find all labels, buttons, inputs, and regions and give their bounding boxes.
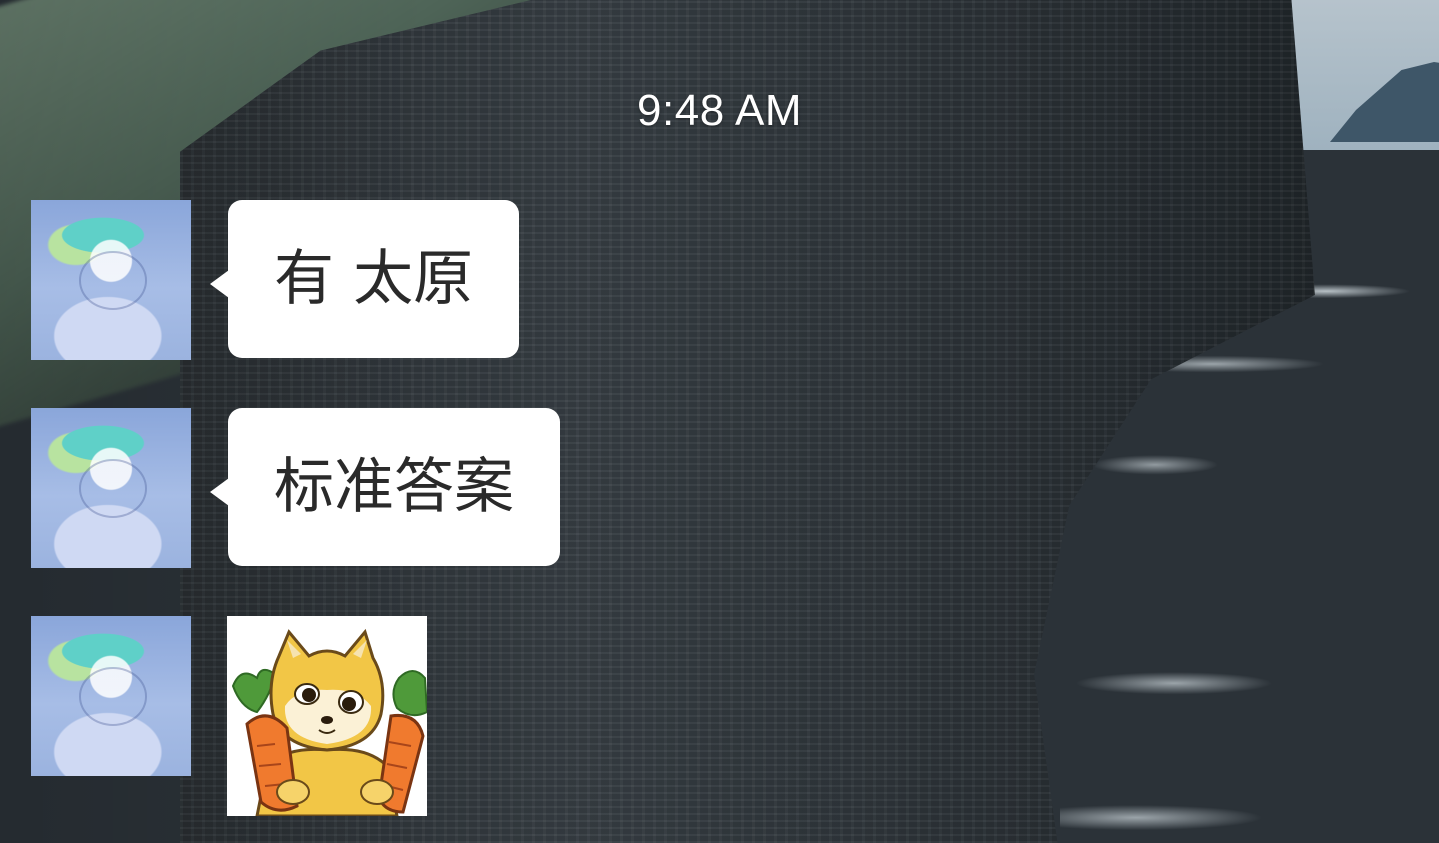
message-text: 标准答案 [228,408,560,566]
message-row: 标准答案 [31,408,560,568]
sender-avatar[interactable] [31,200,191,360]
message-row [31,616,427,816]
shiba-dog-sticker-icon [227,616,427,816]
message-timestamp: 9:48 AM [637,86,802,135]
message-bubble[interactable]: 标准答案 [210,408,560,566]
chat-screen: 9:48 AM 有 太原 标准答案 [0,0,1439,843]
message-bubble[interactable]: 有 太原 [210,200,520,358]
message-row: 有 太原 [31,200,520,360]
message-text: 有 太原 [228,200,520,358]
sender-avatar[interactable] [31,408,191,568]
sticker-message[interactable] [227,616,427,816]
sender-avatar[interactable] [31,616,191,776]
bubble-tail [210,270,229,298]
bubble-tail [210,478,229,506]
